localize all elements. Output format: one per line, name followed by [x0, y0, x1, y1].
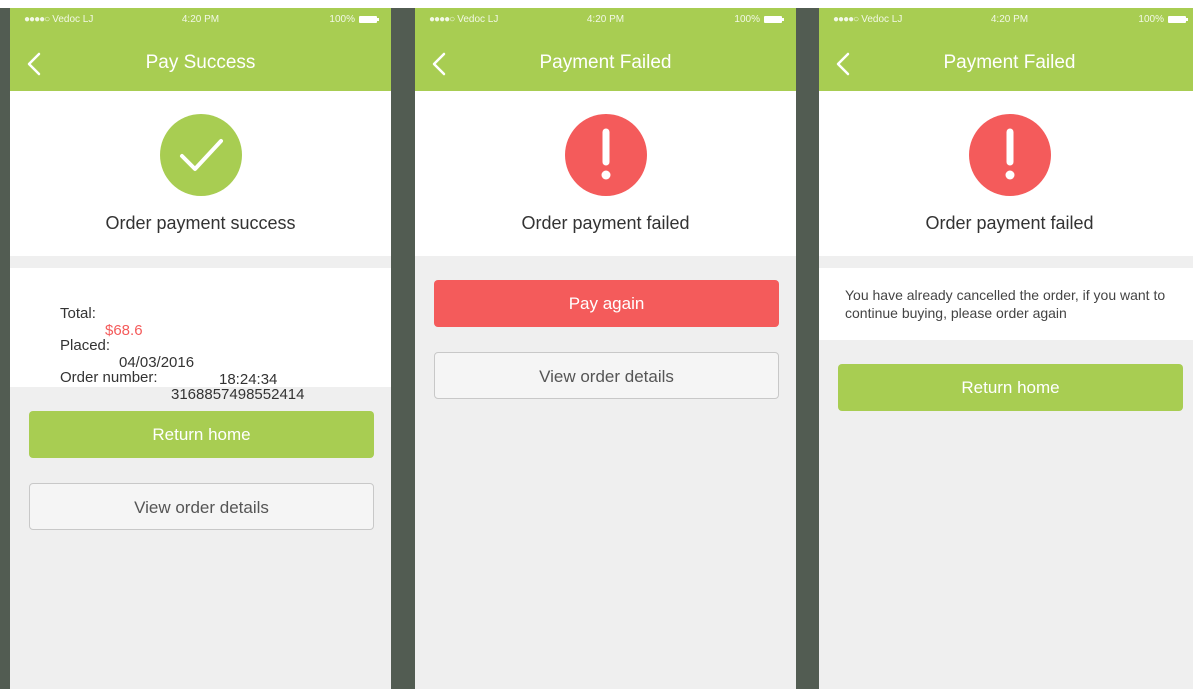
battery: 100%: [329, 14, 379, 25]
status-time: 4:20 PM: [990, 14, 1029, 25]
result-message: Order payment failed: [521, 213, 690, 233]
result-message: Order payment failed: [925, 213, 1094, 233]
cancel-notice-panel: You have already cancelled the order, if…: [819, 268, 1193, 340]
payment-failed-screen: ●●●●○ Vedoc LJ 4:20 PM 100% Payment Faile…: [415, 8, 796, 689]
result-panel: Order payment success: [10, 91, 391, 256]
nav-bar: ●●●●○ Vedoc LJ 4:20 PM 100% Payment Faile…: [819, 8, 1193, 91]
exclamation-circle-icon: [564, 114, 647, 196]
view-order-details-button[interactable]: View order details: [434, 352, 779, 399]
order-number: 3168857498552414: [171, 386, 305, 403]
battery: 100%: [734, 14, 784, 25]
result-panel: Order payment failed: [819, 91, 1193, 256]
cancel-notice-text: You have already cancelled the order, if…: [845, 287, 1166, 321]
status-bar: ●●●●○ Vedoc LJ 4:20 PM 100%: [10, 14, 391, 30]
nav-bar: ●●●●○ Vedoc LJ 4:20 PM 100% Pay Success: [10, 8, 391, 91]
status-bar: ●●●●○ Vedoc LJ 4:20 PM 100%: [415, 14, 796, 30]
total-value: $68.6: [105, 322, 143, 339]
battery: 100%: [1138, 14, 1188, 25]
page-title: Payment Failed: [943, 52, 1076, 73]
battery-icon: [359, 16, 379, 23]
page-title: Pay Success: [145, 52, 256, 73]
order-number-row: Order number: 3168857498552414: [60, 369, 305, 403]
page-title: Payment Failed: [539, 52, 672, 73]
result-message: Order payment success: [105, 213, 296, 233]
pay-success-screen: ●●●●○ Vedoc LJ 4:20 PM 100% Pay Success O…: [10, 8, 391, 689]
status-bar: ●●●●○ Vedoc LJ 4:20 PM 100%: [819, 14, 1193, 30]
nav-bar: ●●●●○ Vedoc LJ 4:20 PM 100% Payment Faile…: [415, 8, 796, 91]
checkmark-circle-icon: [159, 114, 242, 196]
payment-cancelled-screen: ●●●●○ Vedoc LJ 4:20 PM 100% Payment Faile…: [819, 8, 1193, 689]
return-home-button[interactable]: Return home: [838, 364, 1183, 411]
exclamation-circle-icon: [968, 114, 1051, 196]
result-panel: Order payment failed: [415, 91, 796, 256]
view-order-details-button[interactable]: View order details: [29, 483, 374, 530]
order-details-panel: Total: $68.6 Placed: 04/03/2016 18:24:34…: [10, 268, 391, 403]
battery-icon: [764, 16, 784, 23]
return-home-button[interactable]: Return home: [29, 411, 374, 458]
battery-icon: [1168, 16, 1188, 23]
pay-again-button[interactable]: Pay again: [434, 280, 779, 327]
